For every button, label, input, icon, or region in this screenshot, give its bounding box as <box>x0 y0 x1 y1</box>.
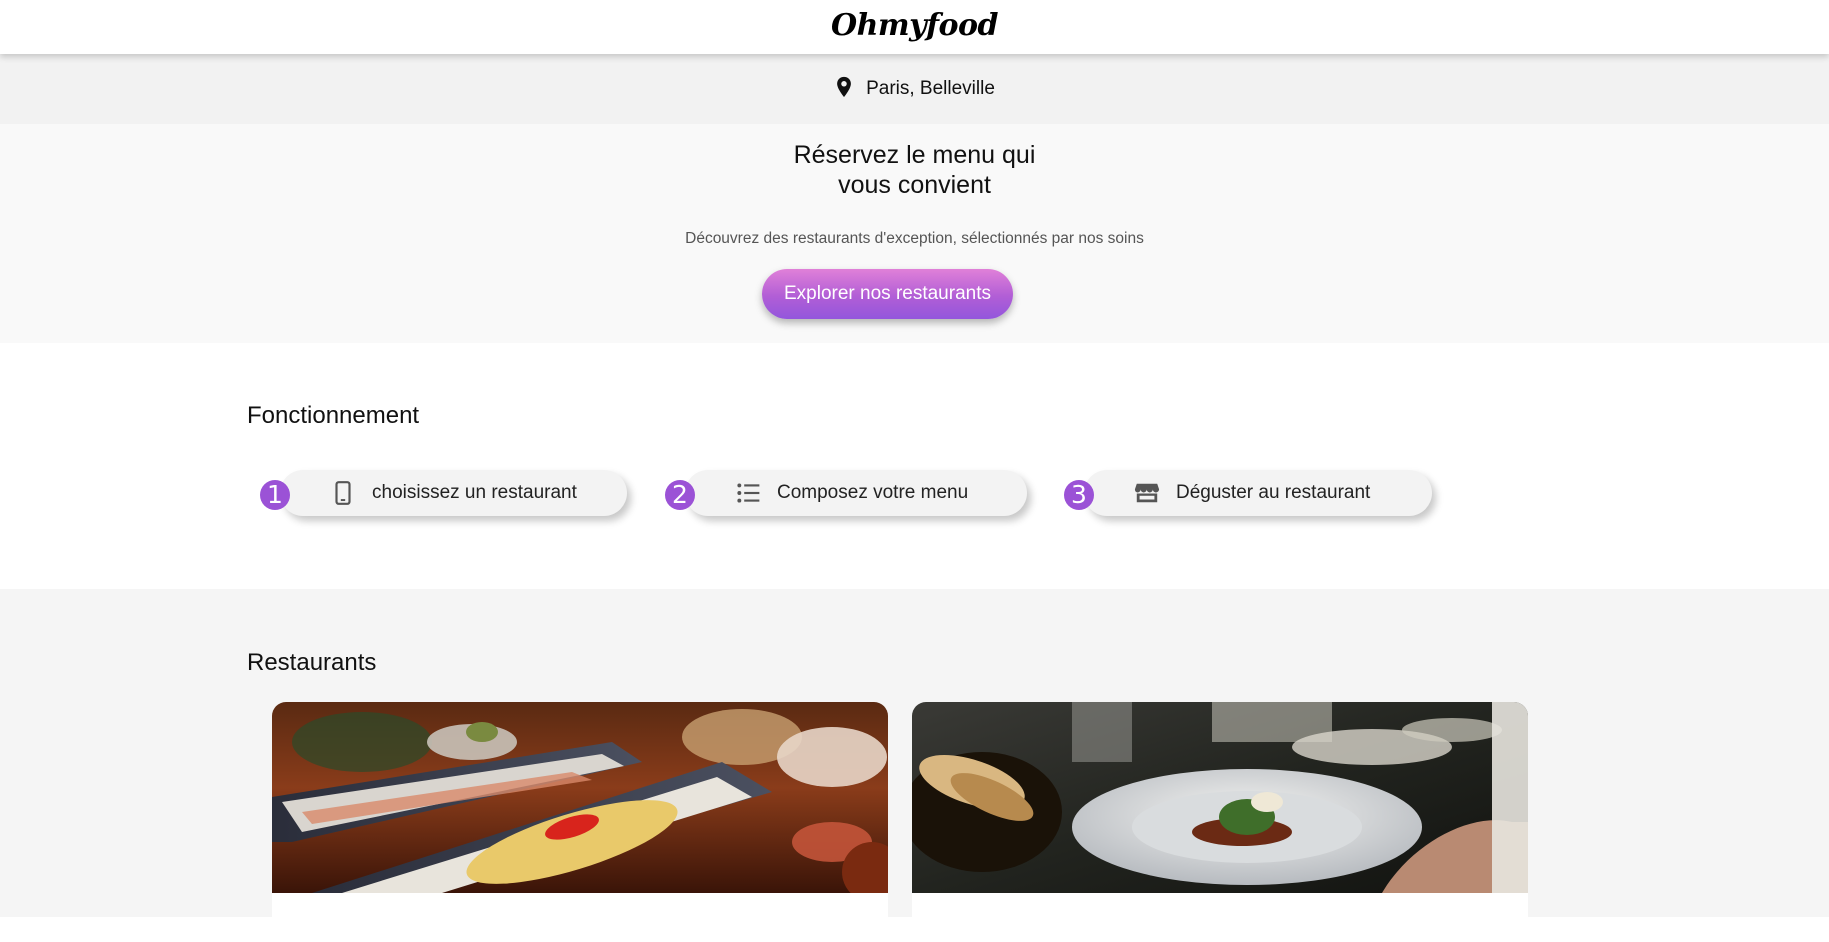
map-pin-icon <box>837 76 851 98</box>
restaurant-card[interactable] <box>912 702 1528 942</box>
step-number-1: 1 <box>260 480 290 510</box>
step-card-3: Déguster au restaurant <box>1084 470 1432 516</box>
step-number-2: 2 <box>665 480 695 510</box>
hero-title: Réservez le menu qui vous convient <box>0 140 1829 200</box>
location-text: Paris, Belleville <box>866 78 995 99</box>
step-label-1: choisissez un restaurant <box>372 482 577 503</box>
restaurants-section: Restaurants <box>0 589 1829 942</box>
fish-dish-photo <box>272 702 888 893</box>
step-card-1: choisissez un restaurant <box>280 470 627 516</box>
logo[interactable]: Ohmyfood <box>831 8 999 43</box>
step-number-3: 3 <box>1064 480 1094 510</box>
location-bar: Paris, Belleville <box>0 54 1829 124</box>
restaurant-card[interactable] <box>272 702 888 942</box>
step-label-2: Composez votre menu <box>777 482 969 503</box>
store-icon <box>1134 483 1160 503</box>
mobile-phone-icon <box>335 481 351 505</box>
explore-restaurants-button[interactable]: Explorer nos restaurants <box>762 269 1013 319</box>
list-icon <box>737 483 760 503</box>
step-card-2: Composez votre menu <box>685 470 1027 516</box>
site-header: Ohmyfood <box>0 0 1829 54</box>
hero-title-line-2: vous convient <box>838 171 991 199</box>
plated-dish-photo <box>912 702 1528 893</box>
hero-subtitle: Découvrez des restaurants d'exception, s… <box>685 230 1144 247</box>
restaurants-title: Restaurants <box>247 649 377 676</box>
how-it-works-title: Fonctionnement <box>247 402 420 429</box>
hero-title-line-1: Réservez le menu qui <box>793 141 1036 169</box>
how-it-works-section: Fonctionnement 1 choisissez un restauran… <box>0 343 1829 589</box>
step-label-3: Déguster au restaurant <box>1176 482 1371 503</box>
hero-section: Réservez le menu qui vous convient Décou… <box>0 124 1829 343</box>
